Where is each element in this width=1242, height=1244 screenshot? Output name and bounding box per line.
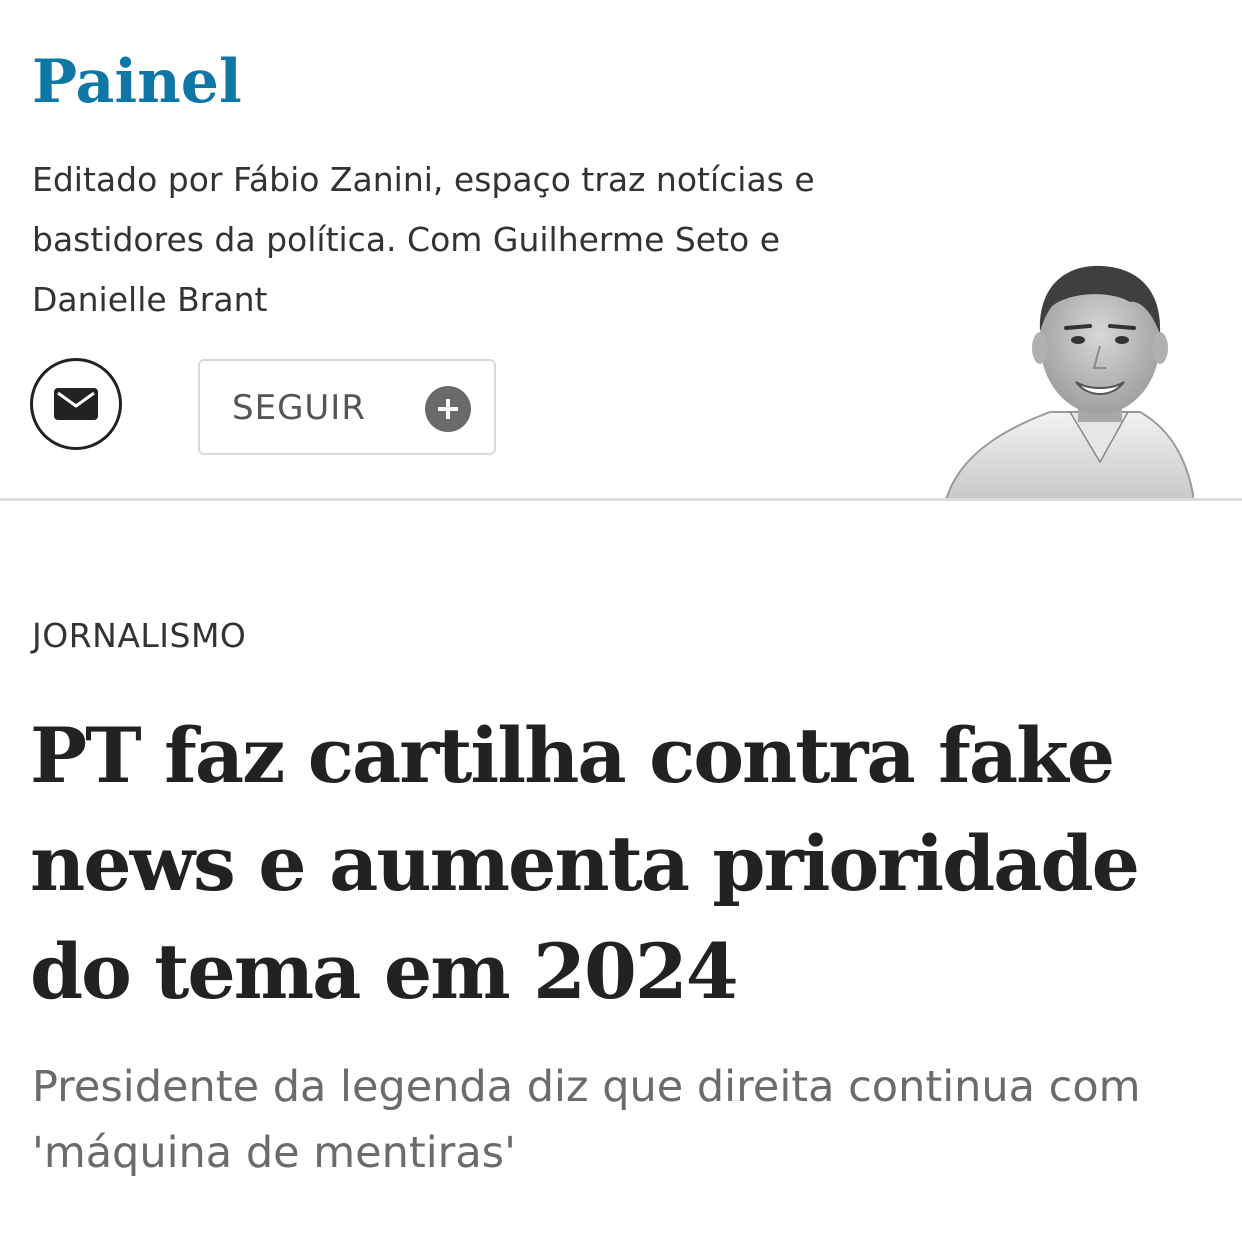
- column-title[interactable]: Painel: [32, 40, 242, 124]
- header-divider: [0, 498, 1242, 501]
- envelope-icon: [54, 388, 98, 420]
- follow-label: SEGUIR: [232, 388, 366, 428]
- author-photo: [944, 265, 1194, 500]
- email-button[interactable]: [30, 358, 122, 450]
- plus-circle-icon: [425, 386, 471, 432]
- section-label[interactable]: JORNALISMO: [32, 614, 246, 658]
- follow-button[interactable]: SEGUIR: [198, 359, 496, 455]
- article-headline[interactable]: PT faz cartilha contra fake news e aumen…: [30, 702, 1220, 1026]
- article-subheadline: Presidente da legenda diz que direita co…: [32, 1062, 1141, 1178]
- column-description: Editado por Fábio Zanini, espaço traz no…: [32, 160, 815, 319]
